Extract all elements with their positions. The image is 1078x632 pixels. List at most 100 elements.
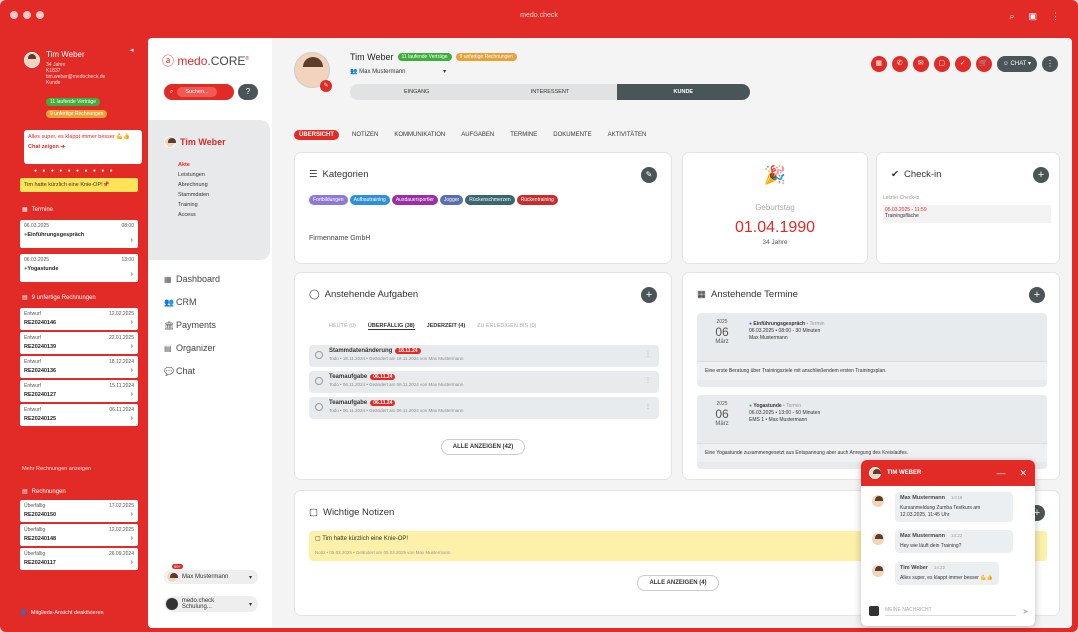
nav-item-chat[interactable]: 💬 Chat xyxy=(164,360,220,383)
calendar-icon[interactable]: ▦ xyxy=(870,56,887,72)
nav-subitem[interactable]: Abrechnung xyxy=(178,180,209,190)
more-icon[interactable]: ⋮ xyxy=(645,403,651,410)
message-time: 14:22 xyxy=(950,533,963,538)
category-chip[interactable]: Aufbautraining xyxy=(349,195,390,205)
invoices-badge[interactable]: 9 unfertige Rechnungen xyxy=(455,53,517,61)
list-item[interactable]: Entwurf 22.01.2025 RE20240139 › xyxy=(20,332,138,354)
add-task-button[interactable]: + xyxy=(641,287,657,303)
appointment-item[interactable]: 06.03.2025 13:00 ●Yogastunde › xyxy=(20,254,138,282)
mail-icon[interactable]: ✉ xyxy=(912,56,929,72)
more-icon[interactable]: ⋮ xyxy=(645,351,651,358)
tasks-card: ◯ Anstehende Aufgaben + HEUTE (0) ÜBERFÄLL… xyxy=(294,272,672,480)
nav-item-crm[interactable]: 👥 CRM xyxy=(164,291,220,314)
more-icon[interactable]: ⋮ xyxy=(645,377,651,384)
chat-button[interactable]: ☺ CHAT ▾ xyxy=(996,56,1037,72)
invoices-badge[interactable]: 9 unfertige Rechnungen xyxy=(46,110,108,118)
invoice-number: RE20240148 xyxy=(24,536,57,542)
checkbox[interactable] xyxy=(315,403,323,411)
help-button[interactable]: ? xyxy=(238,84,258,100)
edit-icon[interactable]: ✎ xyxy=(320,80,332,92)
checkbox[interactable] xyxy=(315,377,323,385)
org-selector[interactable]: medo.check Schulung... ▾ xyxy=(164,596,258,612)
tab-5[interactable]: DOKUMENTE xyxy=(550,130,594,140)
attachment-icon[interactable] xyxy=(869,606,879,616)
show-all-tasks-button[interactable]: ALLE ANZEIGEN (42) xyxy=(441,439,525,455)
category-chip[interactable]: Jogger xyxy=(439,195,464,205)
tab-3[interactable]: AUFGABEN xyxy=(458,130,497,140)
collapse-icon[interactable]: ◂ xyxy=(130,46,134,54)
chat-preview-card[interactable]: Alles super, es klappt immer besser 💪👍 C… xyxy=(24,130,142,164)
minimize-icon[interactable]: — xyxy=(996,468,1005,478)
tab-bar: ÜBERSICHT NOTIZEN KOMMUNIKATION AUFGABEN TER… xyxy=(294,130,649,140)
cart-icon[interactable]: 🛒 xyxy=(975,56,992,72)
tab-1[interactable]: NOTIZEN xyxy=(349,130,381,140)
more-invoices-link[interactable]: Mehr Rechnungen anzeigen xyxy=(22,466,91,472)
nav-item-organizer[interactable]: ▤ Organizer xyxy=(164,337,220,360)
task-filter-tab[interactable]: ÜBERFÄLLIG (38) xyxy=(367,323,415,330)
add-checkin-button[interactable]: + xyxy=(1033,167,1049,183)
stage-eingang[interactable]: EINGANG xyxy=(350,84,484,100)
show-all-notes-button[interactable]: ALLE ANZEIGEN (4) xyxy=(637,575,719,591)
checkbox[interactable] xyxy=(315,351,323,359)
search-input[interactable]: Suchen... xyxy=(177,87,217,97)
nav-item-dashboard[interactable]: ▦ Dashboard xyxy=(164,268,220,291)
stage-kunde[interactable]: KUNDE xyxy=(616,84,750,100)
list-item[interactable]: Entwurf 06.11.2024 RE20240125 › xyxy=(20,404,138,426)
layers-icon[interactable]: ▣ xyxy=(1028,11,1037,22)
chevron-right-icon: › xyxy=(130,237,133,244)
list-item[interactable]: Entwurf 15.11.2024 RE20240127 › xyxy=(20,380,138,402)
task-item[interactable]: Stammdatenänderung 18.11.24 Todo • 18.11.2… xyxy=(309,345,659,367)
list-item[interactable]: Überfällig 17.02.2025 RE20240150 › xyxy=(20,500,138,522)
stage-interessent[interactable]: INTERESSENT xyxy=(483,84,617,100)
carousel-dots[interactable]: ● ● ● ● ● ● ● ● ● ● xyxy=(34,168,115,174)
task-filter-tab[interactable]: JEDERZEIT (4) xyxy=(427,323,466,330)
category-chip[interactable]: Rückentraining xyxy=(516,195,558,205)
tab-4[interactable]: TERMINE xyxy=(507,130,540,140)
tab-6[interactable]: AKTIVITÄTEN xyxy=(605,130,650,140)
add-appointment-button[interactable]: + xyxy=(1029,287,1045,303)
nav-item-payments[interactable]: 🏛 Payments xyxy=(164,314,220,337)
task-filter-tab[interactable]: HEUTE (0) xyxy=(329,323,356,330)
list-item[interactable]: Überfällig 26.09.2024 RE20240117 › xyxy=(20,548,138,570)
appointment-item[interactable]: 2025 06 März ● Yogastunde • Termin 06.03.202… xyxy=(697,395,1047,469)
check-icon[interactable]: ✓ xyxy=(954,56,971,72)
contracts-badge[interactable]: 11 laufende Verträge xyxy=(397,53,452,61)
category-chip[interactable]: Rückenschmerzen xyxy=(465,195,515,205)
list-item[interactable]: Überfällig 12.02.2025 RE20240148 › xyxy=(20,524,138,546)
nav-subitem[interactable]: Akte xyxy=(178,160,209,170)
user-selector[interactable]: Max Mustermann ▾ xyxy=(164,570,258,584)
appointment-item[interactable]: 06.03.2025 08:00 ●Einführungsgespräch › xyxy=(20,220,138,248)
note-icon[interactable]: ▢ xyxy=(933,56,950,72)
contracts-badge[interactable]: 11 laufende Verträge xyxy=(46,98,101,106)
close-icon[interactable]: ✕ xyxy=(1019,468,1027,479)
due-badge: 06.11.24 xyxy=(370,374,396,380)
customer-name[interactable]: Tim Weber xyxy=(164,136,226,148)
edit-icon[interactable]: ✎ xyxy=(641,167,657,183)
invoice-number: RE20240125 xyxy=(24,416,57,422)
nav-subitem[interactable]: Leistungen xyxy=(178,170,209,180)
list-item[interactable]: Entwurf 12.02.2025 RE20240146 › xyxy=(20,308,138,330)
message-input[interactable]: MEINE NACHRICHT xyxy=(885,607,1017,616)
tab-0[interactable]: ÜBERSICHT xyxy=(294,130,340,140)
nav-subitem[interactable]: Training xyxy=(178,200,209,210)
more-icon[interactable]: ⋮ xyxy=(1042,56,1058,72)
category-chip[interactable]: Ausdauersportler xyxy=(391,195,438,205)
search-button[interactable]: ⌕ Suchen... xyxy=(164,84,234,100)
list-item[interactable]: Entwurf 18.12.2024 RE20240136 › xyxy=(20,356,138,378)
task-item[interactable]: Teamaufgabe 06.11.24 Todo • 06.11.2024 • G… xyxy=(309,371,659,393)
tab-2[interactable]: KOMMUNIKATION xyxy=(391,130,448,140)
magnifier-icon[interactable]: ⌕ xyxy=(1009,11,1014,22)
category-chip[interactable]: Fortbildungen xyxy=(309,195,348,205)
nav-subitem[interactable]: Stammdaten xyxy=(178,190,209,200)
checkin-card: ✔ Check-in + Letzter Check-in 05.03.2025 … xyxy=(876,152,1060,264)
deactivate-member-view-button[interactable]: 👤 Mitglieds-Ansicht deaktivieren xyxy=(20,610,104,616)
send-icon[interactable]: ➤ xyxy=(1022,607,1029,616)
task-filter-tab[interactable]: ZU ERLEDIGEN BIS (0) xyxy=(477,323,536,330)
more-icon[interactable]: ⋮ xyxy=(1051,11,1060,22)
task-item[interactable]: Teamaufgabe 06.11.24 Todo • 06.11.2024 • G… xyxy=(309,397,659,419)
phone-icon[interactable]: ✆ xyxy=(891,56,908,72)
nav-subitem[interactable]: Access xyxy=(178,210,209,220)
chat-show-link[interactable]: Chat zeigen ➔ xyxy=(28,144,138,150)
appointment-item[interactable]: 2025 06 März ● Einführungsgespräch • Termin… xyxy=(697,313,1047,387)
assigned-user[interactable]: 👥 Max Mustermann ▾ xyxy=(350,68,446,75)
